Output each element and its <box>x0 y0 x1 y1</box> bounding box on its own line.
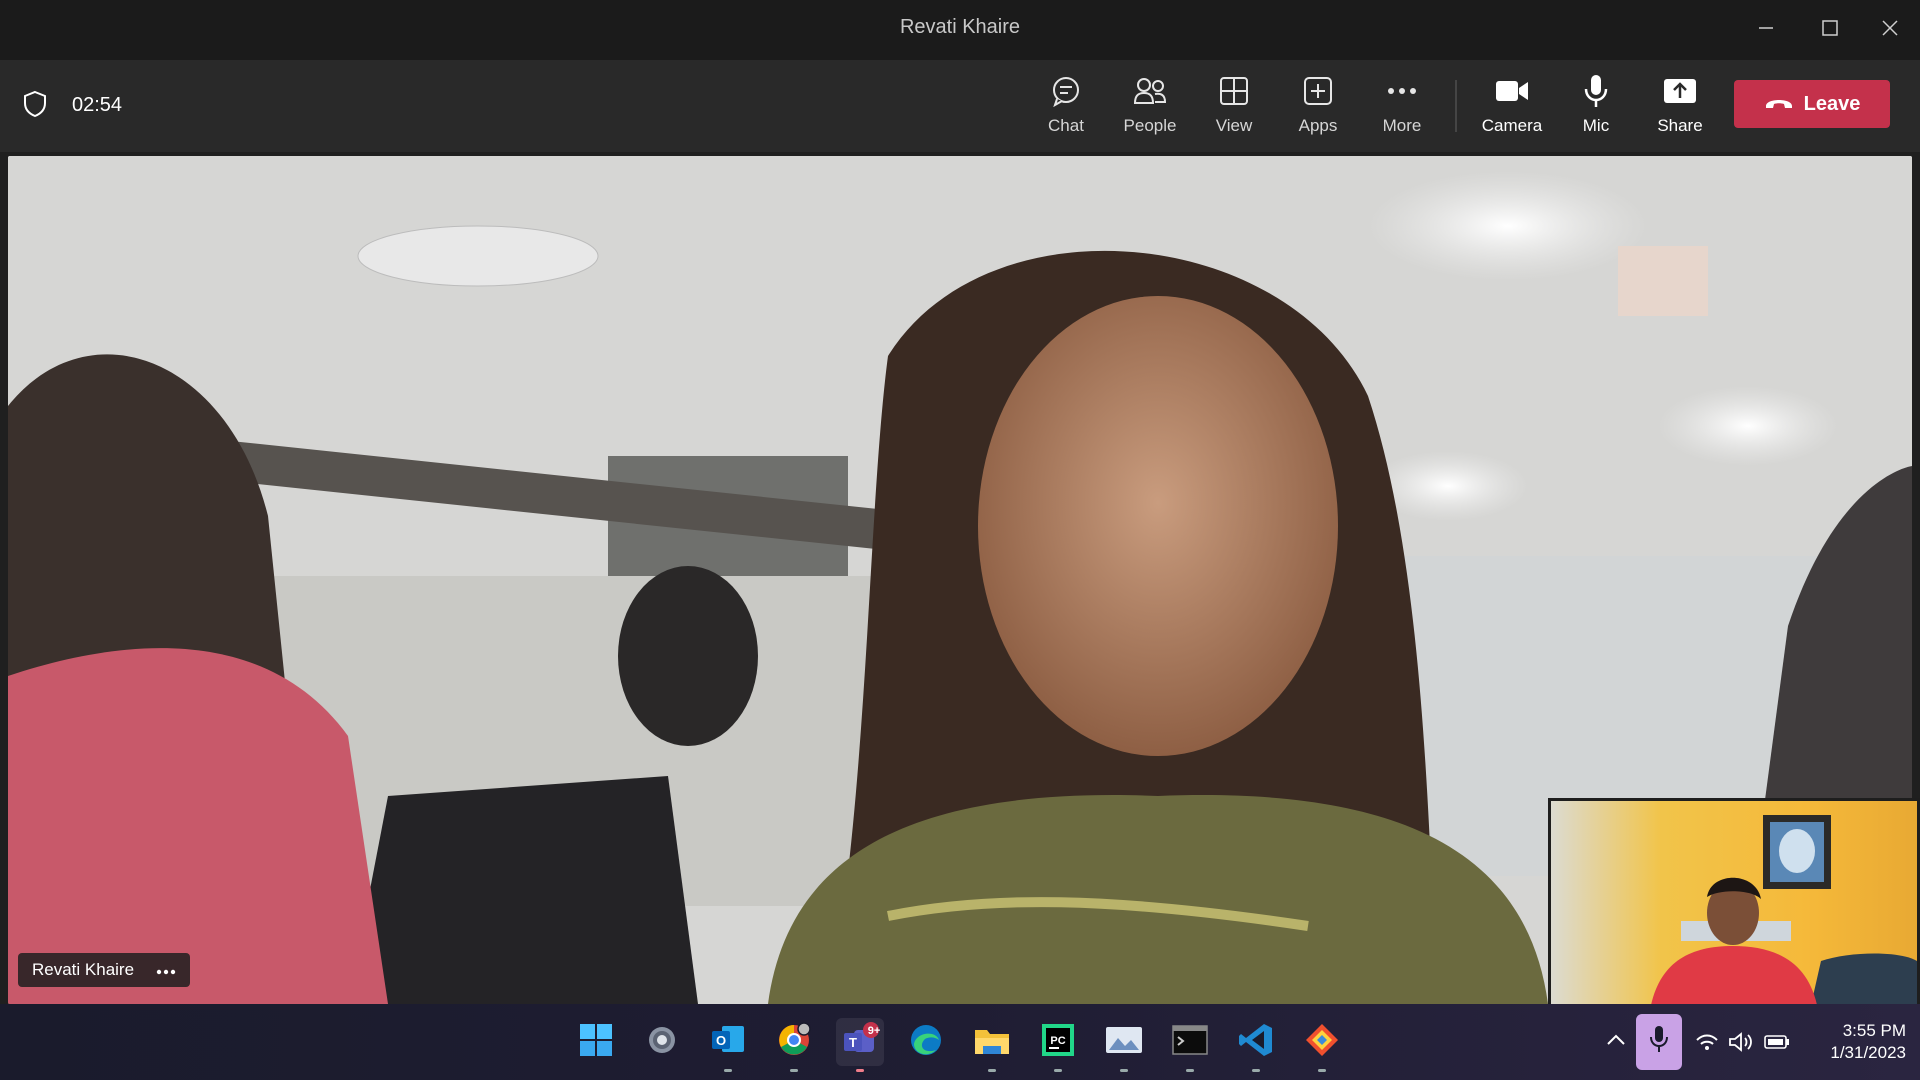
photos-taskbar-button[interactable] <box>1100 1018 1148 1072</box>
running-indicator <box>988 1069 996 1072</box>
running-indicator <box>1318 1069 1326 1072</box>
chat-icon <box>1050 72 1082 110</box>
participant-name: Revati Khaire <box>32 960 135 979</box>
windows-logo-icon <box>579 1023 613 1062</box>
mic-label: Mic <box>1582 116 1610 135</box>
participant-name-tag[interactable]: Revati Khaire <box>18 953 191 987</box>
svg-text:O: O <box>716 1033 726 1048</box>
windows-taskbar: O T 9+ PC 3:55 PM 1/31/2023 <box>0 1004 1920 1080</box>
more-label: More <box>1382 116 1422 135</box>
svg-text:PC: PC <box>1050 1035 1065 1047</box>
shield-icon <box>22 90 48 123</box>
terminal-icon <box>1172 1024 1208 1060</box>
outlook-icon: O <box>710 1023 746 1062</box>
wifi-icon[interactable] <box>1692 1018 1722 1066</box>
folder-icon <box>973 1024 1011 1061</box>
more-button[interactable]: More <box>1362 72 1442 144</box>
close-icon[interactable] <box>1860 0 1920 56</box>
start-button[interactable] <box>572 1018 620 1066</box>
chrome-taskbar-button[interactable] <box>770 1018 818 1072</box>
more-icon <box>1387 72 1417 110</box>
window-title: Revati Khaire <box>899 16 1021 38</box>
participant-options-icon[interactable] <box>156 960 176 980</box>
teams-taskbar-button[interactable]: T 9+ <box>836 1018 884 1072</box>
share-button[interactable]: Share <box>1640 72 1720 144</box>
clock-date: 1/31/2023 <box>1830 1043 1906 1062</box>
image-viewer-icon <box>1105 1024 1143 1061</box>
volume-icon[interactable] <box>1726 1018 1756 1066</box>
chevron-up-icon <box>1606 1033 1626 1051</box>
mic-in-use-indicator[interactable] <box>1636 1014 1682 1070</box>
pycharm-icon: PC <box>1041 1023 1075 1062</box>
edge-taskbar-button[interactable] <box>902 1018 950 1066</box>
grid-view-icon <box>1219 72 1249 110</box>
toolbar-divider <box>1455 80 1457 132</box>
chat-button[interactable]: Chat <box>1026 72 1106 144</box>
battery-icon[interactable] <box>1762 1018 1792 1066</box>
outlook-taskbar-button[interactable]: O <box>704 1018 752 1072</box>
pycharm-taskbar-button[interactable]: PC <box>1034 1018 1082 1072</box>
people-button[interactable]: People <box>1110 72 1190 144</box>
maximize-icon[interactable] <box>1800 0 1860 56</box>
show-hidden-icons-button[interactable] <box>1600 1018 1632 1066</box>
running-indicator <box>1252 1069 1260 1072</box>
app-taskbar-button[interactable] <box>1298 1018 1346 1072</box>
svg-text:T: T <box>849 1035 857 1050</box>
apps-label: Apps <box>1298 116 1338 135</box>
camera-icon <box>1495 72 1529 110</box>
vscode-icon <box>1238 1022 1274 1063</box>
gear-icon <box>645 1023 679 1062</box>
chat-label: Chat <box>1048 116 1084 135</box>
clock-time: 3:55 PM <box>1842 1021 1906 1040</box>
teams-notification-badge: 9+ <box>867 1025 881 1037</box>
people-icon <box>1133 72 1167 110</box>
chrome-icon <box>776 1021 812 1063</box>
running-indicator <box>724 1069 732 1072</box>
title-bar: Revati Khaire <box>0 0 1920 60</box>
minimize-icon[interactable] <box>1736 0 1796 56</box>
self-view-image <box>1651 815 1917 1005</box>
hang-up-icon <box>1764 93 1794 116</box>
meeting-timer: 02:54 <box>72 94 123 116</box>
self-view-video[interactable] <box>1548 798 1920 1008</box>
app-diamond-icon <box>1304 1022 1340 1063</box>
running-indicator <box>856 1069 864 1072</box>
camera-label: Camera <box>1481 116 1543 135</box>
edge-icon <box>908 1022 944 1063</box>
leave-button[interactable]: Leave <box>1734 80 1890 128</box>
view-label: View <box>1215 116 1253 135</box>
running-indicator <box>790 1069 798 1072</box>
apps-button[interactable]: Apps <box>1278 72 1358 144</box>
camera-button[interactable]: Camera <box>1472 72 1552 144</box>
add-app-icon <box>1303 72 1333 110</box>
taskbar-clock[interactable]: 3:55 PM 1/31/2023 <box>1810 1020 1906 1064</box>
microphone-icon <box>1583 72 1609 110</box>
leave-label: Leave <box>1803 92 1861 115</box>
running-indicator <box>1120 1069 1128 1072</box>
running-indicator <box>1186 1069 1194 1072</box>
running-indicator <box>1054 1069 1062 1072</box>
file-explorer-taskbar-button[interactable] <box>968 1018 1016 1072</box>
settings-taskbar-button[interactable] <box>638 1018 686 1066</box>
view-button[interactable]: View <box>1194 72 1274 144</box>
microphone-tray-icon <box>1649 1025 1669 1060</box>
meeting-toolbar: 02:54 Chat People View Apps More Camera … <box>0 60 1920 152</box>
vscode-taskbar-button[interactable] <box>1232 1018 1280 1072</box>
share-screen-icon <box>1663 72 1697 110</box>
people-label: People <box>1123 116 1177 135</box>
share-label: Share <box>1657 116 1703 135</box>
mic-button[interactable]: Mic <box>1556 72 1636 144</box>
terminal-taskbar-button[interactable] <box>1166 1018 1214 1072</box>
